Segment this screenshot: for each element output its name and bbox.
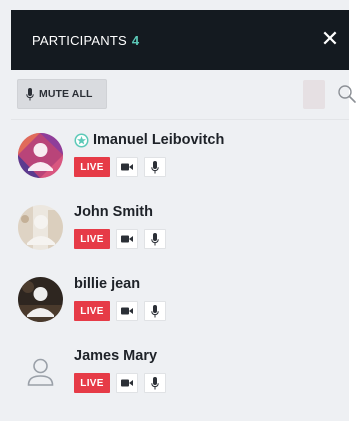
camera-button[interactable] — [116, 157, 138, 177]
avatar — [18, 277, 63, 322]
avatar — [18, 349, 63, 394]
participant-controls: LIVE — [74, 157, 166, 177]
microphone-icon — [151, 160, 159, 173]
participant-controls: LIVE — [74, 373, 166, 393]
camera-button[interactable] — [116, 373, 138, 393]
microphone-icon — [26, 87, 34, 100]
live-badge: LIVE — [74, 373, 110, 393]
mute-all-label: MUTE ALL — [39, 88, 93, 100]
toolbar: MUTE ALL — [11, 70, 356, 120]
microphone-icon — [151, 304, 159, 317]
participant-name: John Smith — [74, 204, 153, 220]
video-camera-icon — [121, 379, 133, 387]
panel-header: PARTICIPANTS 4 ✕ — [11, 10, 349, 70]
participant-controls: LIVE — [74, 229, 166, 249]
list-item[interactable]: John Smith LIVE — [11, 192, 349, 264]
name-line: Imanuel Leibovitch — [74, 132, 224, 148]
participant-list: Imanuel Leibovitch LIVE John Smith LIVE … — [11, 120, 349, 408]
video-camera-icon — [121, 307, 133, 315]
live-badge: LIVE — [74, 157, 110, 177]
name-line: John Smith — [74, 204, 153, 220]
microphone-button[interactable] — [144, 157, 166, 177]
participants-panel: PARTICIPANTS 4 ✕ MUTE ALL Imanuel Leibov… — [0, 0, 356, 421]
microphone-button[interactable] — [144, 229, 166, 249]
avatar — [18, 205, 63, 250]
camera-button[interactable] — [116, 301, 138, 321]
list-item[interactable]: Imanuel Leibovitch LIVE — [11, 120, 349, 192]
name-line: billie jean — [74, 276, 140, 292]
list-item[interactable]: James Mary LIVE — [11, 336, 349, 408]
host-star-icon — [74, 133, 89, 147]
close-icon[interactable]: ✕ — [318, 28, 342, 52]
participant-name: billie jean — [74, 276, 141, 292]
video-camera-icon — [121, 235, 133, 243]
microphone-button[interactable] — [144, 301, 166, 321]
live-badge: LIVE — [74, 229, 110, 249]
mute-all-button[interactable]: MUTE ALL — [17, 79, 107, 109]
participant-count: 4 — [131, 32, 140, 48]
microphone-button[interactable] — [144, 373, 166, 393]
participant-name: Imanuel Leibovitch — [93, 132, 225, 148]
search-icon[interactable] — [337, 84, 356, 104]
microphone-icon — [151, 232, 159, 245]
participant-controls: LIVE — [74, 301, 166, 321]
video-camera-icon — [121, 163, 133, 171]
microphone-icon — [151, 376, 159, 389]
participant-name: James Mary — [74, 348, 158, 364]
camera-button[interactable] — [116, 229, 138, 249]
live-badge: LIVE — [74, 301, 110, 321]
search-input[interactable] — [303, 80, 325, 109]
name-line: James Mary — [74, 348, 157, 364]
panel-title: PARTICIPANTS — [32, 32, 127, 48]
avatar — [18, 133, 63, 178]
list-item[interactable]: billie jean LIVE — [11, 264, 349, 336]
